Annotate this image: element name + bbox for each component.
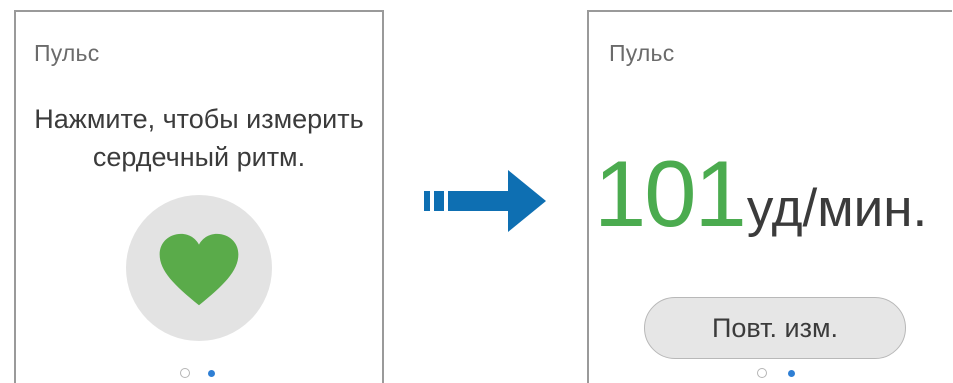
watch-screen-after: Пульс 101уд/мин. Повт. изм.: [587, 10, 952, 383]
remeasure-button[interactable]: Повт. изм.: [644, 297, 906, 359]
watch-screen-before: Пульс Нажмите, чтобы измерить сердечный …: [14, 10, 384, 383]
heart-icon: [159, 233, 239, 306]
heart-rate-reading: 101уд/мин.: [594, 140, 927, 248]
prompt-line-2: сердечный ритм.: [92, 142, 306, 172]
page-dot-2-active: [788, 370, 795, 377]
page-dot-1: [757, 368, 767, 378]
measure-prompt: Нажмите, чтобы измерить сердечный ритм.: [16, 100, 382, 176]
screen-title: Пульс: [34, 40, 100, 66]
page-dot-1: [180, 368, 190, 378]
screen-title: Пульс: [609, 40, 675, 66]
instruction-figure: Пульс Нажмите, чтобы измерить сердечный …: [0, 0, 953, 383]
arrow-right-icon: [424, 170, 546, 232]
bpm-value: 101: [594, 141, 747, 246]
page-dot-2-active: [208, 370, 215, 377]
measure-heart-rate-button[interactable]: [126, 195, 272, 341]
prompt-line-1: Нажмите, чтобы измерить: [34, 104, 364, 134]
page-indicator: [16, 368, 382, 383]
bpm-unit: уд/мин.: [746, 179, 928, 238]
page-indicator: [589, 368, 952, 383]
